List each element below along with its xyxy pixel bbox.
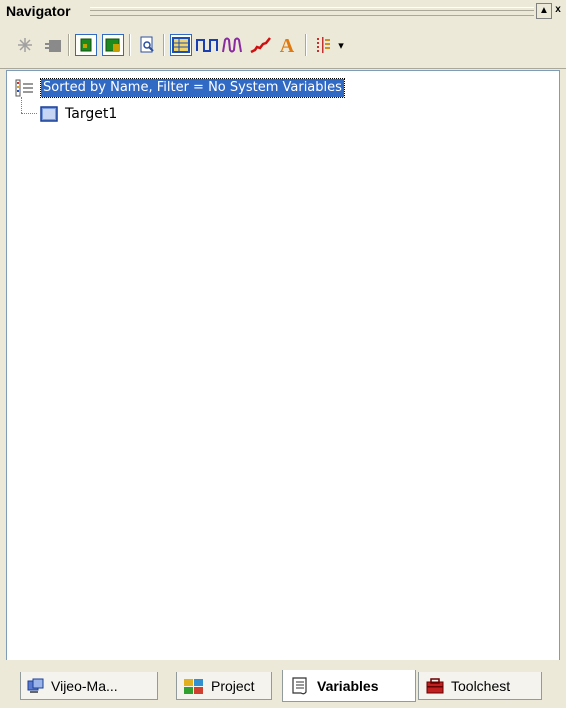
pulse-tool-button[interactable]: [196, 34, 218, 56]
preview-icon: [140, 36, 154, 53]
close-button[interactable]: x: [552, 3, 564, 17]
pulse-blue-icon: [196, 39, 218, 52]
toolbar: A ▾: [0, 22, 566, 69]
grid-view-icon: [172, 37, 190, 53]
tree-node-target[interactable]: Target1: [39, 104, 117, 124]
vijeo-icon: [27, 678, 45, 694]
spark-icon: [18, 38, 32, 52]
green-box-alt-icon: [105, 38, 120, 52]
green-box-icon: [80, 38, 92, 52]
tab-label: Variables: [317, 677, 379, 694]
window-title: Navigator: [6, 3, 71, 19]
columns-icon: [317, 37, 330, 53]
tree-root-label[interactable]: Sorted by Name, Filter = No System Varia…: [40, 78, 345, 98]
tab-label: Toolchest: [451, 677, 511, 694]
wave-tool-button[interactable]: [222, 34, 244, 56]
tab-vijeo[interactable]: Vijeo-Ma...: [20, 672, 158, 700]
tree-node-label: Target1: [65, 106, 118, 122]
toolbar-separator: [68, 34, 70, 56]
tab-label: Project: [211, 677, 255, 694]
toolbar-dropdown-button[interactable]: ▾: [334, 34, 348, 56]
tree-connector: [21, 113, 37, 115]
trend-tool-button[interactable]: [250, 34, 272, 56]
tab-label: Vijeo-Ma...: [51, 677, 118, 694]
tree-root-node[interactable]: Sorted by Name, Filter = No System Varia…: [13, 78, 345, 98]
plugin-icon: [45, 40, 61, 52]
svg-text:A: A: [280, 35, 295, 55]
drag-grip[interactable]: [90, 7, 534, 16]
tab-toolchest[interactable]: Toolchest: [418, 672, 542, 700]
preview-tool-button[interactable]: [136, 34, 158, 56]
variables-icon: [289, 676, 311, 696]
tab-variables[interactable]: Variables: [282, 670, 416, 702]
green-box-alt-tool-button[interactable]: [102, 34, 124, 56]
plugin-tool-button[interactable]: [42, 34, 64, 56]
bottom-tab-bar: Vijeo-Ma... Project Variables Toolchest: [0, 660, 566, 708]
tab-project[interactable]: Project: [176, 672, 272, 700]
sort-filter-icon: [15, 79, 33, 97]
toolbar-separator: [163, 34, 165, 56]
toolchest-icon: [425, 677, 445, 695]
toolbar-separator: [129, 34, 131, 56]
variables-tree[interactable]: Sorted by Name, Filter = No System Varia…: [6, 70, 560, 662]
target-icon: [40, 106, 58, 122]
text-tool-button[interactable]: A: [276, 34, 298, 56]
columns-tool-button[interactable]: [312, 34, 334, 56]
grid-view-tool-button[interactable]: [170, 34, 192, 56]
title-bar: Navigator ▲ x: [0, 0, 566, 22]
tree-connector: [21, 97, 23, 113]
project-icon: [183, 677, 205, 695]
wave-purple-icon: [222, 37, 242, 53]
toolbar-separator: [305, 34, 307, 56]
spark-tool-button[interactable]: [14, 34, 36, 56]
text-a-icon: A: [280, 35, 295, 55]
trend-red-icon: [250, 37, 271, 54]
green-box-tool-button[interactable]: [75, 34, 97, 56]
dock-button[interactable]: ▲: [536, 3, 552, 19]
